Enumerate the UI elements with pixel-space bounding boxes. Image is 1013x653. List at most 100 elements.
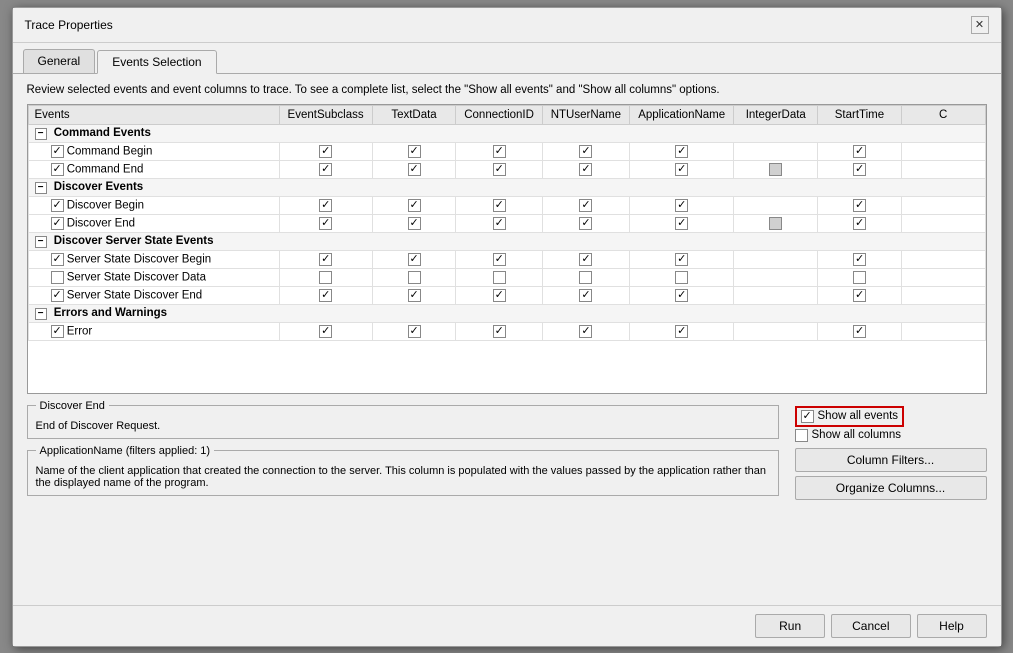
cb[interactable] [408,217,421,230]
event-name: Command Begin [28,142,279,160]
tab-events-selection[interactable]: Events Selection [97,50,216,74]
cb-ntusername[interactable] [579,145,592,158]
row-cb[interactable] [51,163,64,176]
cb[interactable] [319,199,332,212]
cb[interactable] [579,289,592,302]
show-all-columns-row[interactable]: Show all columns [795,429,905,442]
cell [279,142,372,160]
collapse-discover-server-state[interactable]: − [35,236,47,248]
cb-connectionid[interactable] [493,145,506,158]
cb[interactable] [579,253,592,266]
cb[interactable] [408,289,421,302]
cb[interactable] [579,163,592,176]
group-errors-warnings: − Errors and Warnings [28,304,985,322]
cb[interactable] [579,325,592,338]
table-row: Discover End [28,214,985,232]
cb[interactable] [319,271,332,284]
show-all-columns-checkbox[interactable] [795,429,808,442]
cb-textdata[interactable] [408,145,421,158]
cb[interactable] [769,163,782,176]
cb[interactable] [408,163,421,176]
collapse-discover-events[interactable]: − [35,182,47,194]
cb[interactable] [319,253,332,266]
cb[interactable] [408,325,421,338]
cb[interactable] [675,289,688,302]
cb[interactable] [493,325,506,338]
cell [279,160,372,178]
cb[interactable] [493,199,506,212]
tab-general[interactable]: General [23,49,96,73]
cb[interactable] [675,199,688,212]
cb[interactable] [408,253,421,266]
cb-applicationname[interactable] [675,145,688,158]
run-button[interactable]: Run [755,614,825,638]
col-header-ntusername: NTUserName [542,105,629,124]
cb[interactable] [493,271,506,284]
cb[interactable] [319,325,332,338]
group-discover-events: − Discover Events [28,178,985,196]
cb[interactable] [319,217,332,230]
cb[interactable] [853,271,866,284]
cb-eventsubclass[interactable] [319,145,332,158]
cell [542,142,629,160]
cb[interactable] [579,199,592,212]
cb[interactable] [493,163,506,176]
group-label-command-events: Command Events [54,127,151,139]
col-header-textdata: TextData [372,105,456,124]
cell [734,142,818,160]
cancel-button[interactable]: Cancel [831,614,910,638]
cb[interactable] [675,271,688,284]
lower-area: Discover End End of Discover Request. Ap… [27,400,987,500]
cb[interactable] [853,289,866,302]
row-cb[interactable] [51,325,64,338]
cb[interactable] [853,199,866,212]
cell [629,142,734,160]
row-cb[interactable] [51,145,64,158]
cb[interactable] [408,199,421,212]
cb-starttime[interactable] [853,145,866,158]
cb[interactable] [493,289,506,302]
row-cb[interactable] [51,289,64,302]
cb[interactable] [408,271,421,284]
cb[interactable] [493,253,506,266]
cb[interactable] [675,163,688,176]
table-row: Error [28,322,985,340]
cb[interactable] [675,253,688,266]
cb[interactable] [853,163,866,176]
close-button[interactable]: ✕ [971,16,989,34]
cb[interactable] [769,217,782,230]
column-filters-button[interactable]: Column Filters... [795,448,987,472]
cell [901,160,985,178]
show-all-events-checkbox[interactable] [801,410,814,423]
table-row: Command End [28,160,985,178]
cell [372,142,456,160]
col-header-integerdata: IntegerData [734,105,818,124]
row-cb[interactable] [51,199,64,212]
cb[interactable] [319,163,332,176]
group-command-events: − Command Events [28,124,985,142]
cb[interactable] [579,217,592,230]
cb[interactable] [319,289,332,302]
events-table-wrapper[interactable]: Events EventSubclass TextData Connection… [27,104,987,394]
cb[interactable] [493,217,506,230]
event-name: Discover Begin [28,196,279,214]
collapse-errors-warnings[interactable]: − [35,308,47,320]
cb[interactable] [853,253,866,266]
event-name: Server State Discover End [28,286,279,304]
table-row: Command Begin [28,142,985,160]
row-cb[interactable] [51,271,64,284]
organize-columns-button[interactable]: Organize Columns... [795,476,987,500]
cb[interactable] [579,271,592,284]
cell [542,160,629,178]
cb[interactable] [675,325,688,338]
row-cb[interactable] [51,217,64,230]
help-button[interactable]: Help [917,614,987,638]
show-all-events-row[interactable]: Show all events [795,406,905,427]
row-cb[interactable] [51,253,64,266]
cb[interactable] [853,325,866,338]
cb[interactable] [675,217,688,230]
collapse-command-events[interactable]: − [35,128,47,140]
table-row: Server State Discover Begin [28,250,985,268]
cb[interactable] [853,217,866,230]
col-header-connectionid: ConnectionID [456,105,542,124]
